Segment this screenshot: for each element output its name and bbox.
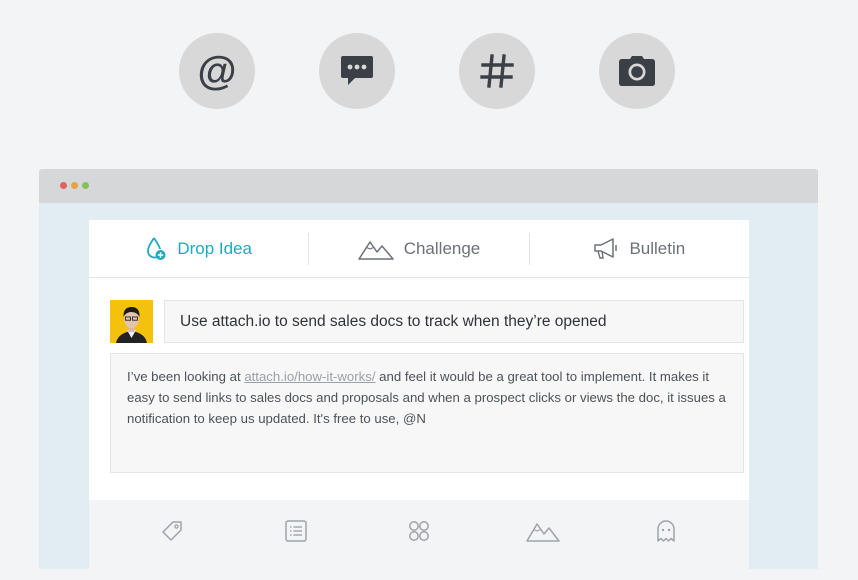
post-type-tabs: Drop Idea Challenge Bulletin <box>89 220 749 278</box>
window-close-dot[interactable] <box>60 182 67 189</box>
composer-toolbar <box>89 500 749 580</box>
at-sign-icon: @ <box>197 49 237 93</box>
megaphone-icon <box>594 237 618 259</box>
browser-window: Drop Idea Challenge Bulletin Use attach.… <box>39 169 818 580</box>
post-composer: Drop Idea Challenge Bulletin Use attach.… <box>89 220 749 580</box>
window-minimize-dot[interactable] <box>71 182 78 189</box>
ghost-icon[interactable] <box>656 520 676 542</box>
top-actions: @ <box>179 33 675 109</box>
grid-circles-icon[interactable] <box>408 520 430 542</box>
idea-body-textarea[interactable]: I’ve been looking at attach.io/how-it-wo… <box>110 353 744 473</box>
tag-icon[interactable] <box>161 520 183 542</box>
tab-drop-idea-label: Drop Idea <box>177 238 252 258</box>
tab-bulletin[interactable]: Bulletin <box>528 232 749 265</box>
avatar[interactable] <box>110 300 153 343</box>
camera-icon <box>619 56 655 86</box>
body-link[interactable]: attach.io/how-it-works/ <box>244 369 375 384</box>
hashtag-icon <box>480 54 514 88</box>
user-photo-icon <box>110 300 153 343</box>
comment-button[interactable] <box>319 33 395 109</box>
tab-drop-idea[interactable]: Drop Idea <box>89 233 308 265</box>
mountains-icon <box>357 240 394 260</box>
idea-title-input[interactable]: Use attach.io to send sales docs to trac… <box>164 300 744 343</box>
body-text-start: I’ve been looking at <box>127 369 245 384</box>
camera-button[interactable] <box>599 33 675 109</box>
water-drop-plus-icon <box>147 237 166 260</box>
challenge-mountains-icon[interactable] <box>526 520 560 542</box>
hashtag-button[interactable] <box>459 33 535 109</box>
mention-button[interactable]: @ <box>179 33 255 109</box>
tab-challenge[interactable]: Challenge <box>308 232 528 265</box>
tab-challenge-label: Challenge <box>403 238 481 258</box>
list-icon[interactable] <box>285 520 307 542</box>
chat-bubble-icon <box>341 56 373 85</box>
tab-bulletin-label: Bulletin <box>629 238 686 258</box>
window-maximize-dot[interactable] <box>82 182 89 189</box>
window-titlebar <box>39 169 818 203</box>
